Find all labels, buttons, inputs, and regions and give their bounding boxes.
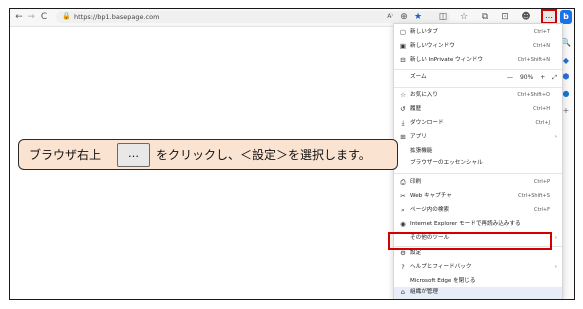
menu-item-shortcut: Ctrl+H	[533, 106, 550, 112]
read-aloud-icon[interactable]: A⁾	[384, 11, 396, 23]
zoom-controls: — 90% + ⤢	[502, 72, 557, 83]
menu-divider	[394, 173, 562, 174]
settings-and-more-button[interactable]: …	[541, 9, 557, 24]
refresh-icon[interactable]: C	[38, 11, 50, 23]
menu-item-apps[interactable]: ⊞ アプリ ›	[394, 132, 562, 143]
lock-icon: 🔒	[62, 12, 71, 20]
menu-item-shortcut: Ctrl+F	[534, 207, 550, 213]
new-window-icon: ▣	[399, 42, 407, 50]
find-in-page-icon: ⌕	[401, 206, 405, 214]
menu-item-shortcut: Ctrl+Shift+S	[518, 193, 550, 199]
back-icon[interactable]: ←	[13, 11, 25, 23]
menu-item-help[interactable]: ? ヘルプとフィードバック ›	[394, 262, 562, 273]
ie-mode-icon: ◉	[400, 220, 406, 228]
menu-item-web-capture[interactable]: ✂ Web キャプチャ Ctrl+Shift+S	[394, 191, 562, 202]
menu-item-label: 印刷	[410, 179, 422, 185]
menu-item-label: 履歴	[410, 106, 422, 112]
menu-divider	[394, 69, 562, 70]
bing-copilot-icon[interactable]: b	[560, 10, 572, 24]
menu-item-label: 新しいウィンドウ	[410, 43, 455, 49]
menu-item-label: お気に入り	[410, 92, 438, 98]
zoom-out-button[interactable]: —	[507, 74, 513, 81]
menu-item-label: 新しい InPrivate ウィンドウ	[410, 57, 484, 63]
menu-item-label: ダウンロード	[410, 120, 444, 126]
zoom-in-button[interactable]: +	[540, 74, 545, 81]
organization-icon: ⌂	[400, 288, 406, 296]
menu-item-shortcut: Ctrl+N	[533, 43, 550, 49]
favorites-star-icon: ☆	[400, 91, 406, 99]
menu-item-label: ズーム	[410, 74, 427, 80]
extensions-icon[interactable]: ⊡	[499, 11, 511, 23]
zoom-icon[interactable]: ⊕	[398, 11, 410, 23]
menu-divider	[394, 87, 562, 88]
chevron-right-icon: ›	[554, 264, 557, 270]
menu-item-favorites[interactable]: ☆ お気に入り Ctrl+Shift+O	[394, 90, 562, 101]
menu-item-history[interactable]: ↺ 履歴 Ctrl+H	[394, 104, 562, 115]
new-tab-icon: ▢	[399, 28, 407, 36]
menu-item-shortcut: Ctrl+T	[533, 29, 550, 35]
menu-item-new-inprivate[interactable]: ⊟ 新しい InPrivate ウィンドウ Ctrl+Shift+N	[394, 55, 562, 66]
menu-item-label: 組織が管理	[410, 289, 438, 295]
menu-item-close-edge[interactable]: Microsoft Edge を閉じる	[394, 276, 562, 287]
favorites-icon[interactable]: ☆	[458, 11, 470, 23]
menu-item-print[interactable]: ⎙ 印刷 Ctrl+P	[394, 177, 562, 188]
instruction-callout: ブラウザ右上 … をクリックし、＜設定＞を選択します。	[18, 139, 398, 170]
menu-item-label: ブラウザーのエッセンシャル	[410, 160, 483, 166]
chevron-right-icon: ›	[554, 134, 557, 140]
menu-item-shortcut: Ctrl+Shift+N	[517, 57, 550, 63]
fullscreen-icon[interactable]: ⤢	[552, 74, 557, 81]
collections-icon[interactable]: ⧉	[479, 11, 491, 23]
menu-item-shortcut: Ctrl+Shift+O	[517, 92, 550, 98]
forward-icon[interactable]: →	[25, 11, 37, 23]
menu-item-new-window[interactable]: ▣ 新しいウィンドウ Ctrl+N	[394, 41, 562, 52]
print-icon: ⎙	[400, 178, 406, 186]
menu-item-managed[interactable]: ⌂ 組織が管理	[394, 287, 562, 299]
menu-item-label: 新しいタブ	[410, 29, 438, 35]
menu-item-essentials[interactable]: ブラウザーのエッセンシャル	[394, 158, 562, 169]
menu-item-shortcut: Ctrl+P	[533, 179, 550, 185]
address-url[interactable]: https://bp1.basepage.com	[74, 12, 159, 22]
web-capture-icon: ✂	[400, 192, 406, 200]
menu-item-zoom: ズーム — 90% + ⤢	[394, 72, 562, 83]
menu-item-label: ヘルプとフィードバック	[410, 264, 472, 270]
history-icon: ↺	[400, 105, 406, 113]
menu-item-shortcut: Ctrl+J	[535, 120, 550, 126]
favorite-star-icon[interactable]: ★	[412, 11, 424, 23]
download-icon: ⤓	[401, 119, 405, 127]
apps-icon: ⊞	[400, 133, 406, 141]
chevron-right-icon: ›	[554, 235, 557, 241]
callout-text-before: ブラウザ右上	[29, 148, 102, 162]
inprivate-icon: ⊟	[400, 56, 406, 64]
menu-item-extensions[interactable]: 拡張機能	[394, 146, 562, 157]
callout-text-after: をクリックし、＜設定＞を選択します。	[156, 148, 371, 162]
menu-item-new-tab[interactable]: ▢ 新しいタブ Ctrl+T	[394, 27, 562, 38]
zoom-value: 90%	[519, 74, 534, 81]
settings-highlight-box	[388, 232, 552, 250]
menu-item-find[interactable]: ⌕ ページ内の検索 Ctrl+F	[394, 205, 562, 216]
menu-item-label: Web キャプチャ	[410, 193, 452, 199]
menu-item-label: アプリ	[410, 134, 427, 140]
callout-dots-button: …	[117, 143, 150, 167]
settings-and-more-menu: ▢ 新しいタブ Ctrl+T ▣ 新しいウィンドウ Ctrl+N ⊟ 新しい InPriv…	[393, 23, 563, 299]
menu-item-label: 拡張機能	[410, 148, 433, 154]
menu-item-downloads[interactable]: ⤓ ダウンロード Ctrl+J	[394, 118, 562, 129]
menu-item-ie-mode[interactable]: ◉ Internet Explorer モードで再読み込みする	[394, 219, 562, 230]
profile-icon[interactable]: ☻	[520, 11, 532, 23]
menu-item-label: ページ内の検索	[410, 207, 450, 213]
menu-item-label: Internet Explorer モードで再読み込みする	[410, 221, 521, 227]
help-icon: ?	[401, 263, 405, 271]
split-screen-icon[interactable]: ◫	[437, 11, 449, 23]
menu-item-label: Microsoft Edge を閉じる	[410, 278, 476, 284]
